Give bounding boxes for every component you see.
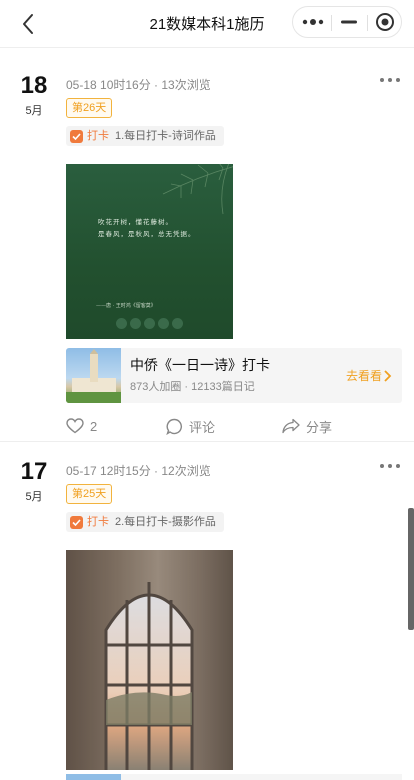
circle-card[interactable]: 中侨《一日一诗》打卡 873人加圈 · 12133篇日记 去看看 — [66, 348, 402, 403]
chevron-right-icon — [384, 369, 392, 382]
share-label: 分享 — [306, 419, 333, 435]
target-circle-icon[interactable] — [367, 7, 403, 37]
day-count-badge: 第26天 — [66, 98, 113, 118]
post-month: 5月 — [25, 491, 43, 503]
next-card-peek — [66, 774, 402, 780]
post-meta: 05-17 12时15分 · 12次浏览 — [66, 464, 211, 478]
post-day: 17 — [20, 458, 48, 485]
decorative-dots — [116, 318, 183, 329]
poem-line-2: 是春风，是秋风，总无凭据。 — [98, 230, 196, 238]
card-thumbnail — [66, 348, 121, 403]
checkin-icon — [70, 129, 83, 143]
poem-line-1: 吹花开树，懂花藤树。 — [98, 218, 173, 226]
tag-name: 打卡 — [87, 130, 109, 142]
like-button[interactable]: 2 — [66, 415, 97, 437]
window-photo-graphic — [66, 550, 233, 770]
post-image[interactable]: 吹花开树，懂花藤树。 是春风，是秋风，总无凭据。 ——唐 · 王时鸿《留客莫》 — [66, 164, 233, 339]
post-month: 5月 — [25, 105, 43, 117]
card-title: 中侨《一日一诗》打卡 — [130, 357, 270, 373]
checkin-icon — [70, 515, 83, 529]
post-divider — [0, 441, 414, 442]
top-bar: 21数媒本科1施历 — [0, 0, 414, 48]
tag-text: 2.每日打卡-摄影作品 — [115, 516, 216, 528]
more-dots-icon[interactable] — [295, 7, 331, 37]
post-actions: 2 评论 分享 — [66, 415, 402, 439]
post-day: 18 — [20, 72, 48, 99]
poem-signature: ——唐 · 王时鸿《留客莫》 — [96, 303, 156, 309]
post-image[interactable] — [66, 550, 233, 770]
tag-name: 打卡 — [87, 516, 109, 528]
comment-label: 评论 — [189, 419, 216, 435]
post-meta: 05-18 10时16分 · 13次浏览 — [66, 78, 211, 92]
share-button[interactable]: 分享 — [282, 415, 332, 437]
go-see-button[interactable]: 去看看 — [346, 367, 392, 384]
topic-tag[interactable]: 打卡 1.每日打卡-诗词作品 — [66, 126, 224, 146]
go-see-label: 去看看 — [345, 369, 382, 383]
comment-button[interactable]: 评论 — [166, 415, 215, 437]
minus-icon[interactable] — [331, 7, 367, 37]
comment-icon — [166, 418, 182, 435]
scrollbar[interactable] — [408, 508, 414, 630]
more-options-icon[interactable] — [378, 72, 402, 88]
like-count: 2 — [90, 418, 98, 434]
mini-program-capsule — [292, 6, 402, 38]
topic-tag[interactable]: 打卡 2.每日打卡-摄影作品 — [66, 512, 224, 532]
share-icon — [282, 418, 300, 434]
more-options-icon[interactable] — [378, 458, 402, 474]
tag-text: 1.每日打卡-诗词作品 — [115, 130, 216, 142]
day-count-badge: 第25天 — [66, 484, 113, 504]
heart-icon — [66, 418, 84, 434]
pine-branch-graphic — [162, 164, 233, 215]
card-stats: 873人加圈 · 12133篇日记 — [130, 381, 255, 393]
